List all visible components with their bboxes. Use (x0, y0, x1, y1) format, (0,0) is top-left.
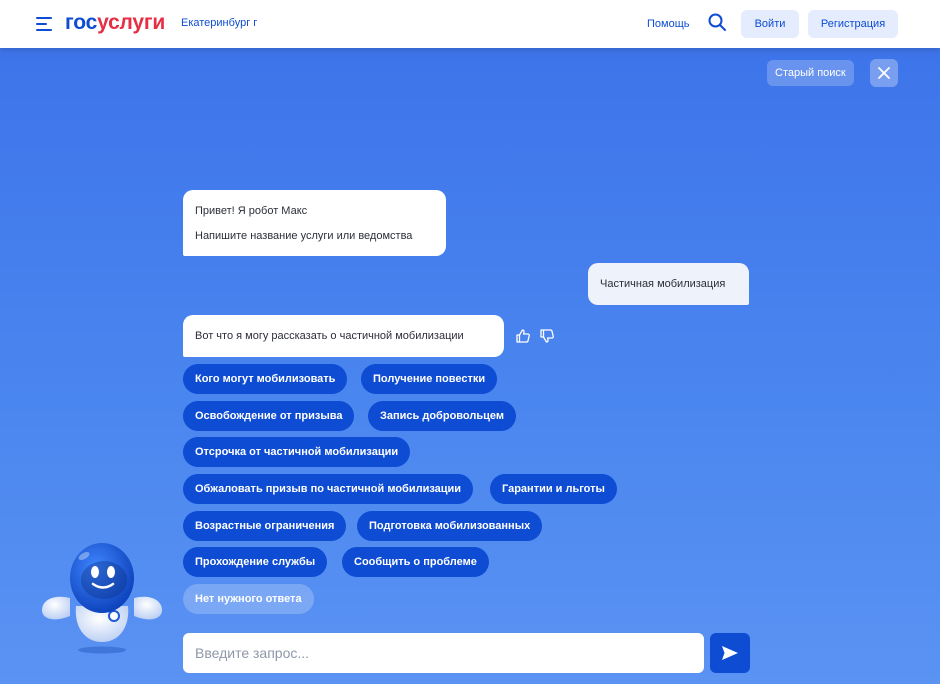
bot-greeting-message: Привет! Я робот Макс Напишите название у… (183, 190, 446, 256)
close-icon (878, 67, 890, 79)
thumbs-down-icon[interactable] (539, 328, 555, 344)
suggestion-chip[interactable]: Освобождение от призыва (183, 401, 355, 431)
thumbs-up-icon[interactable] (515, 328, 531, 344)
suggestion-chip[interactable]: Получение повестки (361, 364, 498, 394)
close-button[interactable] (870, 59, 898, 87)
robot-max-avatar (42, 543, 162, 654)
suggestion-chip[interactable]: Прохождение службы (183, 547, 328, 577)
suggestion-chip[interactable]: Сообщить о проблеме (342, 547, 489, 577)
search-icon[interactable] (707, 12, 727, 32)
city-selector[interactable]: Екатеринбург г (181, 16, 257, 30)
query-input[interactable] (183, 633, 704, 673)
chat-area: Старый поиск Привет! Я робот Макс Напиши… (0, 48, 940, 684)
old-search-button[interactable]: Старый поиск (767, 60, 854, 86)
suggestion-chip[interactable]: Отсрочка от частичной мобилизации (183, 437, 411, 467)
suggestion-chip[interactable]: Гарантии и льготы (490, 474, 617, 504)
suggestion-chip-no-answer[interactable]: Нет нужного ответа (183, 584, 314, 614)
bot-answer-message: Вот что я могу рассказать о частичной мо… (183, 315, 504, 357)
logo-part-uslugi: услуги (97, 11, 166, 34)
menu-icon[interactable] (36, 17, 52, 31)
logo-part-gos: гос (65, 11, 98, 34)
suggestion-chip[interactable]: Запись добровольцем (368, 401, 516, 431)
gosuslugi-logo[interactable]: госуслуги (65, 10, 165, 36)
greeting-line-1: Привет! Я робот Макс (195, 205, 308, 217)
top-header: госуслуги Екатеринбург г Помощь Войти Ре… (0, 0, 940, 48)
login-button[interactable]: Войти (741, 10, 799, 38)
send-icon (722, 646, 738, 660)
user-message: Частичная мобилизация (588, 263, 749, 305)
register-button[interactable]: Регистрация (808, 10, 898, 38)
greeting-line-2: Напишите название услуги или ведомства (195, 230, 413, 242)
suggestion-chip[interactable]: Возрастные ограничения (183, 511, 347, 541)
help-link[interactable]: Помощь (647, 17, 690, 31)
send-button[interactable] (710, 633, 750, 673)
suggestion-chip[interactable]: Подготовка мобилизованных (357, 511, 543, 541)
suggestion-chip[interactable]: Кого могут мобилизовать (183, 364, 348, 394)
suggestion-chip[interactable]: Обжаловать призыв по частичной мобилизац… (183, 474, 474, 504)
